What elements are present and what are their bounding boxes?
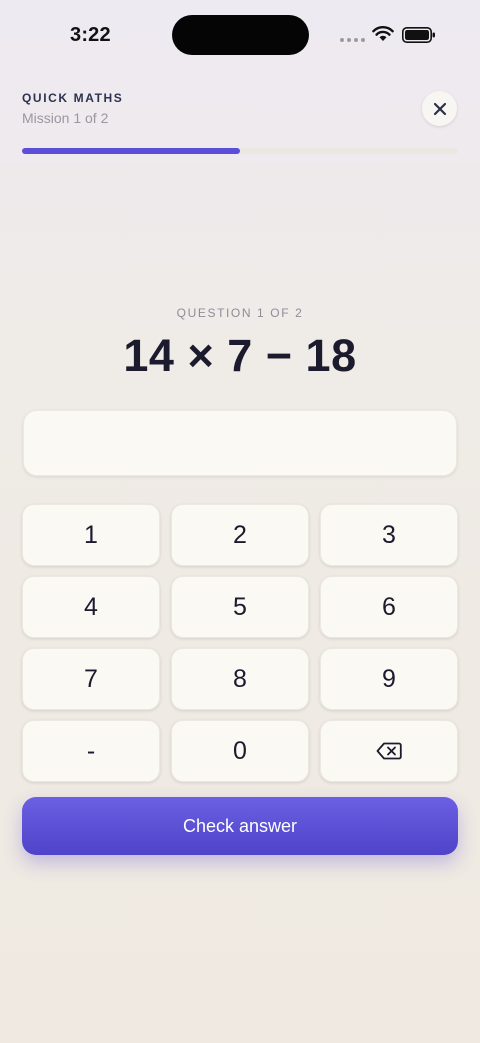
mission-progress-fill [22,148,240,154]
backspace-icon [376,742,402,760]
key-minus[interactable]: - [22,720,160,782]
key-2[interactable]: 2 [171,504,309,566]
mission-counter: Mission 1 of 2 [22,110,109,126]
number-keypad: 1 2 3 4 5 6 7 8 9 - 0 [22,504,458,782]
key-4[interactable]: 4 [22,576,160,638]
mission-progress-bar [22,148,458,154]
key-7[interactable]: 7 [22,648,160,710]
app-title: QUICK MATHS [22,91,124,105]
status-time: 3:22 [70,24,111,46]
close-icon [433,102,446,115]
question-counter: QUESTION 1 OF 2 [176,306,304,320]
key-3[interactable]: 3 [320,504,458,566]
backspace-key[interactable] [320,720,458,782]
key-5[interactable]: 5 [171,576,309,638]
key-8[interactable]: 8 [171,648,309,710]
key-9[interactable]: 9 [320,648,458,710]
check-answer-button[interactable]: Check answer [22,797,458,855]
key-1[interactable]: 1 [22,504,160,566]
question-expression: 14 × 7 − 18 [123,330,357,381]
wifi-icon [372,26,394,41]
status-bar: 3:22 [0,0,480,70]
key-6[interactable]: 6 [320,576,458,638]
close-button[interactable] [422,91,457,126]
battery-icon [402,27,435,43]
dynamic-island [172,15,309,55]
key-0[interactable]: 0 [171,720,309,782]
cellular-signal-icon [340,38,365,42]
answer-field[interactable] [23,410,457,476]
